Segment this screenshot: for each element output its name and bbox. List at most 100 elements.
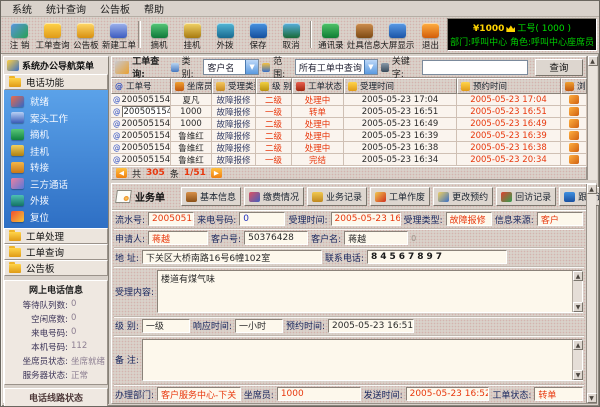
save-label: 保存 (250, 39, 267, 51)
sidebar-item-deskwork[interactable]: 案头工作 (11, 111, 108, 125)
cell-browse[interactable] (561, 130, 587, 142)
logout-button[interactable]: 注 销 (3, 18, 36, 51)
order-status-field[interactable]: 转单 (534, 387, 583, 401)
cell-browse[interactable] (561, 154, 587, 166)
sidebar-item-hangup[interactable]: 挂机 (11, 144, 108, 158)
appoint-time-field[interactable]: 2005-05-23 16:51 (328, 319, 414, 333)
order-query-button[interactable]: 工单查询 (36, 18, 69, 51)
tab-callback-record[interactable]: 回访记录 (496, 187, 556, 206)
table-row-selected[interactable]: @2005051546 1000 故障报修 一级 转单 2005-05-23 1… (111, 106, 587, 118)
response-time-field[interactable]: 一小时 (235, 319, 283, 333)
scope-select[interactable]: 所有工单中查询 ▼ (295, 59, 378, 75)
scroll-up-icon[interactable]: ▲ (587, 184, 597, 194)
sidebar-item-conference[interactable]: 三方通话 (11, 177, 108, 191)
col-agent[interactable]: 坐席员 (171, 78, 212, 94)
category-select[interactable]: 客户名 ▼ (203, 59, 259, 75)
table-row[interactable]: @2005051547 夏凡 故障报修 二级 处理中 2005-05-23 17… (111, 94, 587, 106)
cell-browse[interactable] (561, 118, 587, 130)
contacts-button[interactable]: 通讯录 (314, 18, 347, 51)
sidebar-group-phone[interactable]: 电话功能 (4, 74, 108, 90)
detail-scrollbar[interactable]: ▲ ▼ (586, 184, 596, 403)
content-textarea[interactable]: 楼道有煤气味 ▲ ▼ (157, 270, 583, 313)
tab-change-appointment[interactable]: 更改预约 (433, 187, 493, 206)
level-field[interactable]: 一级 (142, 319, 190, 333)
next-page-icon[interactable]: ▶ (211, 168, 222, 178)
col-accept-time[interactable]: 受理时间 (344, 78, 457, 94)
content-scrollbar[interactable]: ▲ ▼ (572, 271, 582, 312)
tab-basic-info[interactable]: 基本信息 (181, 187, 241, 206)
bulletin-button[interactable]: 公告板 (69, 18, 102, 51)
accept-type-field[interactable]: 故障报修 (446, 212, 492, 226)
scroll-down-icon[interactable]: ▼ (573, 302, 583, 312)
col-status[interactable]: 工单状态 (292, 78, 344, 94)
address-field[interactable]: 下关区大桥南路16号6幢102室 (142, 250, 322, 264)
serial-field[interactable]: 2005051546 (148, 212, 194, 226)
offhook-button[interactable]: 摘机 (143, 18, 176, 51)
contact-phone-field[interactable]: 84567897 (367, 250, 507, 264)
send-time-field[interactable]: 2005-05-23 16:52 (406, 387, 490, 401)
tab-business-record[interactable]: 业务记录 (307, 187, 367, 206)
prev-page-icon[interactable]: ◀ (116, 168, 127, 178)
menu-item-system[interactable]: 系统 (5, 1, 39, 16)
accept-time-field[interactable]: 2005-05-23 16:51 (331, 212, 401, 226)
customer-no-field[interactable]: 50376428 (244, 231, 308, 245)
chevron-down-icon[interactable]: ▼ (364, 60, 377, 74)
tab-void-order[interactable]: 工单作废 (370, 187, 430, 206)
search-button[interactable]: 查询 (535, 59, 583, 76)
table-row[interactable]: @2005051541 鲁维红 故障报修 一级 完结 2005-05-23 16… (111, 154, 587, 166)
cancel-button[interactable]: 取消 (275, 18, 308, 51)
col-browse[interactable]: 浏览 (561, 78, 587, 94)
tab-payment[interactable]: 缴费情况 (244, 187, 304, 206)
folder-icon (9, 248, 21, 257)
table-header: @工单号 坐席员 受理类型 级 别 工单状态 受理时间 预约时间 浏览 (111, 78, 587, 94)
sidebar-item-reset[interactable]: 复位 (11, 210, 108, 224)
remark-textarea[interactable]: ▲ ▼ (142, 339, 583, 382)
browse-icon (569, 143, 579, 152)
table-row[interactable]: @2005051542 鲁维红 故障报修 二级 处理中 2005-05-23 1… (111, 142, 587, 154)
scroll-down-icon[interactable]: ▼ (573, 370, 583, 380)
agent-field[interactable]: 1000 (277, 387, 361, 401)
dialout-button[interactable]: 外拨 (209, 18, 242, 51)
cell-browse[interactable] (561, 94, 587, 106)
bigscreen-button[interactable]: 大屏显示 (381, 18, 414, 51)
table-row[interactable]: @2005051543 鲁维红 故障报修 二级 处理中 2005-05-23 1… (111, 130, 587, 142)
at-icon: @ (115, 82, 123, 91)
col-order-id[interactable]: @工单号 (111, 78, 171, 94)
col-level[interactable]: 级 别 (256, 78, 292, 94)
exit-button[interactable]: 退出 (414, 18, 447, 51)
applicant-label: 申请人: (115, 232, 145, 245)
new-order-button[interactable]: 新建工单 (102, 18, 135, 51)
col-appoint-time[interactable]: 预约时间 (457, 78, 561, 94)
stove-info-button[interactable]: 灶具信息 (347, 18, 380, 51)
table-row[interactable]: @2005051545 1000 故障报修 二级 处理中 2005-05-23 … (111, 118, 587, 130)
save-button[interactable]: 保存 (242, 18, 275, 51)
sidebar-item-ready[interactable]: 就绪 (11, 94, 108, 108)
list-scrollbar[interactable]: ▲ (587, 56, 597, 180)
sidebar-item-offhook[interactable]: 摘机 (11, 127, 108, 141)
chevron-down-icon[interactable]: ▼ (245, 60, 258, 74)
sidebar-item-transfer[interactable]: 转接 (11, 160, 108, 174)
serial-label: 流水号: (115, 213, 145, 226)
menu-item-help[interactable]: 帮助 (137, 1, 171, 16)
cell-browse[interactable] (561, 106, 587, 118)
col-type[interactable]: 受理类型 (212, 78, 256, 94)
sidebar-item-dialout[interactable]: 外拨 (11, 193, 108, 207)
customer-name-field[interactable]: 蒋越 (344, 231, 408, 245)
scroll-up-icon[interactable]: ▲ (573, 340, 583, 350)
cell-browse[interactable] (561, 142, 587, 154)
caller-field[interactable]: 0 (239, 212, 285, 226)
menu-item-bulletin[interactable]: 公告板 (93, 1, 137, 16)
source-field[interactable]: 客户 (537, 212, 583, 226)
sidebar-group-order-process[interactable]: 工单处理 (4, 228, 108, 244)
sidebar-group-bulletin[interactable]: 公告板 (4, 260, 108, 276)
scroll-up-icon[interactable]: ▲ (573, 271, 583, 281)
dept-field[interactable]: 客户服务中心-下关 (157, 387, 241, 401)
scroll-down-icon[interactable]: ▼ (587, 393, 597, 403)
applicant-field[interactable]: 蒋越 (148, 231, 208, 245)
menu-item-stats-query[interactable]: 统计查询 (39, 1, 93, 16)
keyword-input[interactable] (422, 60, 528, 75)
sidebar-group-order-query[interactable]: 工单查询 (4, 244, 108, 260)
remark-scrollbar[interactable]: ▲ ▼ (572, 340, 582, 381)
hangup-button[interactable]: 挂机 (176, 18, 209, 51)
scroll-up-icon[interactable]: ▲ (588, 56, 598, 66)
